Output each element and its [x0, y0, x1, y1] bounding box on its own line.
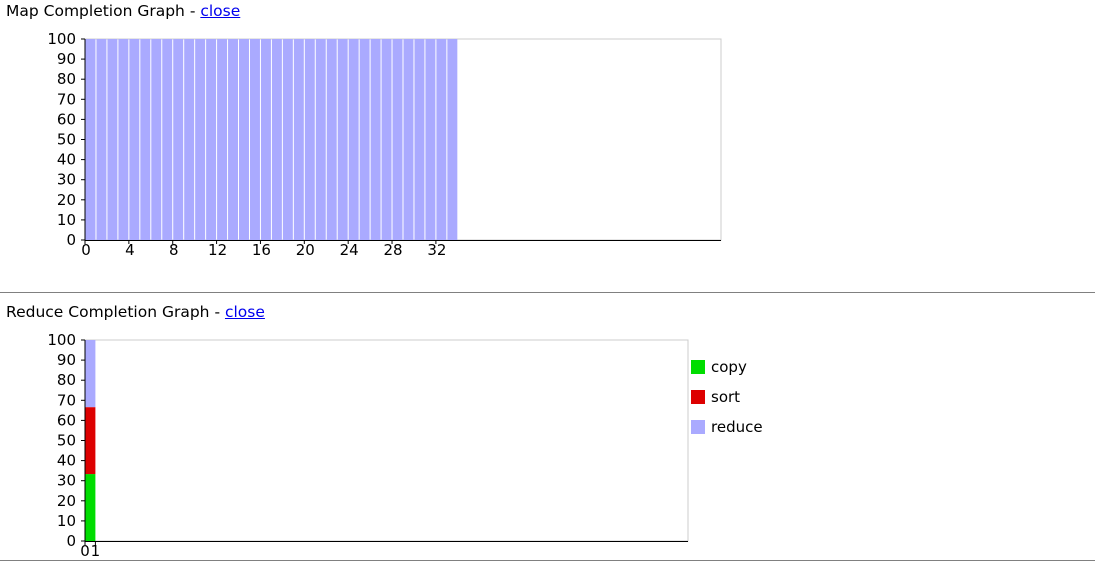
- reduce-bar-reduce: [85, 340, 96, 408]
- reduce-bar-sort: [85, 407, 96, 475]
- reduce-legend: copy sort reduce: [691, 358, 763, 436]
- reduce-bar-copy: [85, 474, 96, 541]
- reduce-completion-chart: 0102030405060708090100 01 copysortreduce: [47, 331, 763, 560]
- legend-label-sort: sort: [711, 388, 740, 406]
- reduce-y-tick-label: 0: [66, 532, 76, 550]
- legend-swatch-copy: [691, 360, 705, 374]
- reduce-y-axis-ticks: 0 10 20 30 40 50 60 70 80 90 100: [47, 331, 85, 550]
- reduce-y-tick-label: 90: [57, 351, 76, 369]
- reduce-x-tick-label: 0: [80, 542, 90, 560]
- reduce-y-tick-label: 30: [57, 472, 76, 490]
- reduce-bars: [85, 340, 96, 541]
- legend-label-copy: copy: [711, 358, 747, 376]
- reduce-x-axis-ticks: 01: [80, 541, 100, 560]
- bottom-divider: [0, 560, 1095, 561]
- reduce-y-tick-label: 70: [57, 391, 76, 409]
- legend-label-reduce: reduce: [711, 418, 763, 436]
- reduce-y-tick-label: 50: [57, 432, 76, 450]
- reduce-y-tick-label: 100: [47, 331, 76, 349]
- legend-swatch-sort: [691, 390, 705, 404]
- reduce-y-tick-label: 60: [57, 411, 76, 429]
- reduce-y-tick-label: 20: [57, 492, 76, 510]
- reduce-chart-frame: [84, 339, 689, 542]
- reduce-y-tick-label: 40: [57, 452, 76, 470]
- reduce-y-tick-label: 10: [57, 512, 76, 530]
- reduce-x-tick-label: 1: [91, 542, 101, 560]
- legend-swatch-reduce: [691, 420, 705, 434]
- reduce-y-tick-label: 80: [57, 371, 76, 389]
